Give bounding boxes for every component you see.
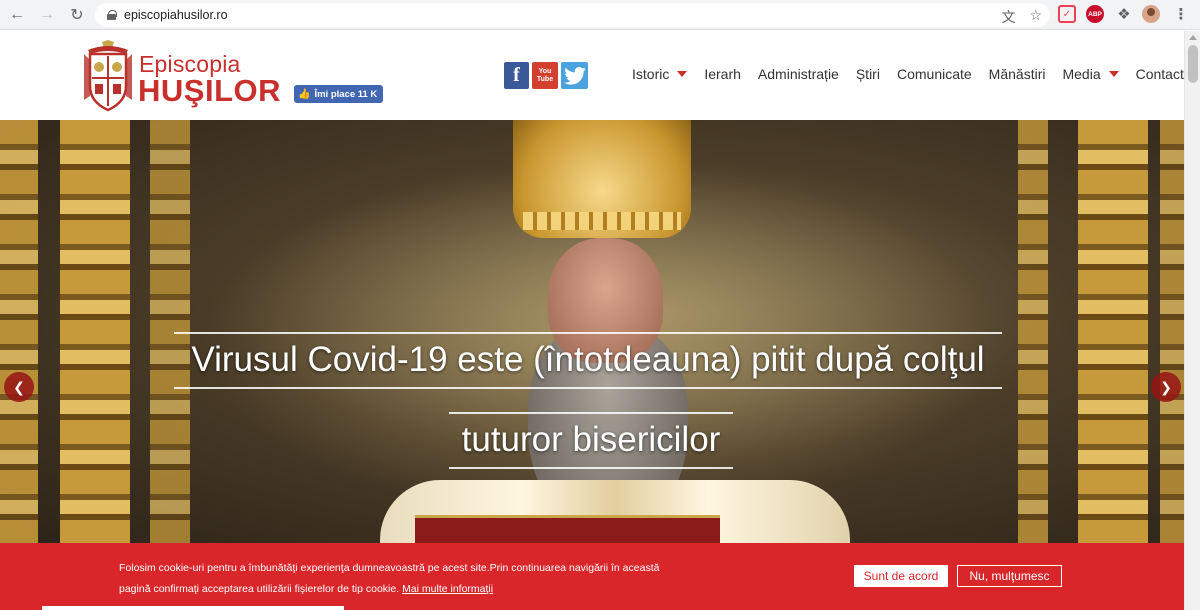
hero-photo-lectern [415,515,720,543]
bookmark-star-icon[interactable]: ☆ [1029,7,1042,27]
nav-item-istoric[interactable]: Istoric [632,66,688,82]
cookie-more-info-link[interactable]: Mai multe informaţii [402,583,493,595]
nav-item-media[interactable]: Media [1062,66,1119,82]
url-text[interactable]: episcopiahusilor.ro [124,8,228,22]
browser-toolbar: ← → ↻ episcopiahusilor.ro 文 ☆ ✓ ABP ❖ ⋮ [0,0,1200,30]
chevron-down-icon[interactable] [1108,71,1119,77]
hero-photo-mitre [513,120,691,238]
facebook-icon[interactable]: f [504,62,529,89]
nav-label[interactable]: Contact [1136,66,1184,82]
nav-label[interactable]: Istoric [632,66,669,82]
bottom-edge-strip [42,606,344,610]
nav-label[interactable]: Administrație [758,66,839,82]
headline-line-1[interactable]: Virusul Covid-19 este (întotdeauna) piti… [174,332,1002,389]
nav-label[interactable]: Comunicate [897,66,972,82]
thumbs-up-icon: 👍 [298,88,311,100]
nav-item-comunicate[interactable]: Comunicate [897,66,972,82]
cookie-text-line1: Folosim cookie-uri pentru a îmbunătăţi e… [119,562,660,574]
page-scrollbar[interactable] [1184,31,1200,610]
diocese-crest-logo[interactable] [82,40,134,112]
youtube-label-2: Tube [536,75,554,83]
facebook-like-button[interactable]: 👍 Îmi place 11 K [294,85,384,103]
twitter-bird-icon [563,66,586,85]
cookie-message: Folosim cookie-uri pentru a îmbunătăţi e… [119,558,719,600]
nav-label[interactable]: Mănăstiri [989,66,1046,82]
scroll-up-icon[interactable] [1189,35,1197,40]
chevron-down-icon[interactable] [677,71,688,77]
adblock-extension-icon[interactable]: ABP [1086,5,1104,23]
nav-item-contact[interactable]: Contact [1136,66,1184,82]
logo-line2[interactable]: HUŞILOR [138,73,281,109]
nav-item-stiri[interactable]: Știri [856,66,880,82]
forward-icon[interactable]: → [34,2,60,28]
cookie-text-line2: pagină confirmaţi acceptarea utilizării … [119,583,400,595]
facebook-letter: f [513,64,520,86]
browser-menu-icon[interactable]: ⋮ [1172,5,1190,23]
hero-slider[interactable]: Virusul Covid-19 este (întotdeauna) piti… [0,120,1184,543]
cookie-accept-button[interactable]: Sunt de acord [854,565,948,587]
profile-avatar[interactable] [1142,5,1160,23]
youtube-label-1: You [538,67,552,75]
nav-item-administratie[interactable]: Administrație [758,66,839,82]
translate-icon[interactable]: 文 [1001,7,1015,27]
cookie-banner: Folosim cookie-uri pentru a îmbunătăţi e… [0,543,1184,610]
slider-next-arrow-icon[interactable]: ❯ [1151,372,1181,402]
slider-prev-arrow-icon[interactable]: ❮ [4,372,34,402]
lock-icon[interactable] [107,10,117,20]
cookie-decline-button[interactable]: Nu, mulţumesc [957,565,1062,587]
main-navigation: Istoric Ierarh Administrație Știri Comun… [632,66,1184,82]
twitter-icon[interactable] [561,62,588,89]
nav-label[interactable]: Ierarh [704,66,741,82]
youtube-icon[interactable]: You Tube [532,62,558,89]
site-header: Episcopia HUŞILOR 👍 Îmi place 11 K f You… [0,31,1184,120]
headline-line-2[interactable]: tuturor bisericilor [449,412,733,469]
address-bar[interactable]: episcopiahusilor.ro 文 ☆ [95,3,1050,27]
reload-icon[interactable]: ↻ [64,2,90,28]
nav-label[interactable]: Media [1062,66,1100,82]
nav-label[interactable]: Știri [856,66,880,82]
hero-headline[interactable]: Virusul Covid-19 este (întotdeauna) piti… [0,332,1184,469]
back-icon[interactable]: ← [4,2,30,28]
extensions-puzzle-icon[interactable]: ❖ [1115,5,1133,23]
nav-item-ierarh[interactable]: Ierarh [704,66,741,82]
facebook-like-label: Îmi place 11 K [314,88,378,100]
pocket-extension-icon[interactable]: ✓ [1058,5,1076,23]
nav-item-manastiri[interactable]: Mănăstiri [989,66,1046,82]
scrollbar-thumb[interactable] [1188,45,1198,83]
